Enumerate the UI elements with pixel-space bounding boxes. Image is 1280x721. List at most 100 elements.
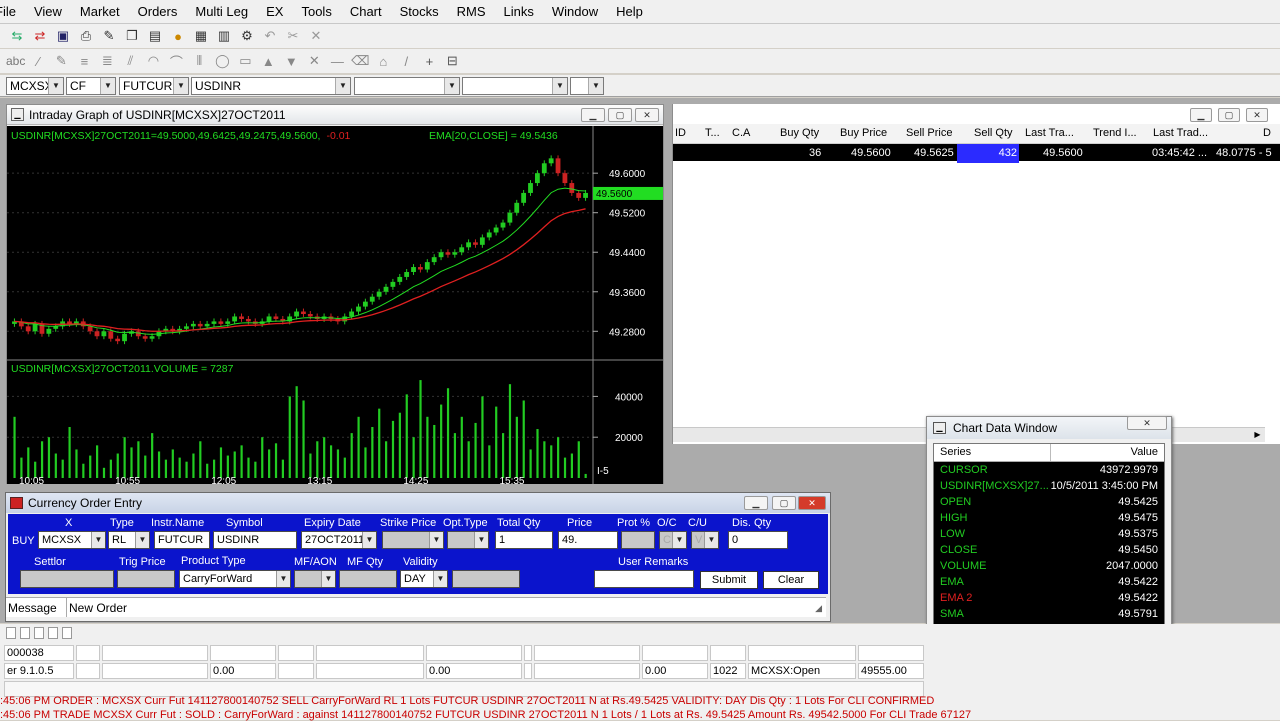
copy-icon[interactable]: ❐: [123, 27, 141, 45]
order-entry-titlebar[interactable]: Currency Order Entry ▁ ▢ ✕: [6, 493, 830, 513]
checkbox[interactable]: [34, 627, 44, 639]
mf-qty-field[interactable]: [339, 570, 397, 588]
total-qty-field[interactable]: 1: [495, 531, 553, 549]
col-buy-price[interactable]: Buy Price: [840, 124, 887, 143]
chart-data-row[interactable]: EMA 2 49.5422: [934, 590, 1164, 606]
arc-tool-icon[interactable]: ◠: [144, 52, 162, 70]
calc-icon[interactable]: ▥: [215, 27, 233, 45]
price-field[interactable]: 49.: [558, 531, 618, 549]
line-tool-icon[interactable]: ⁄: [29, 52, 47, 70]
save-icon[interactable]: ▣: [54, 27, 72, 45]
bars-tool-icon[interactable]: ⦀: [190, 52, 208, 70]
pencil-tool-icon[interactable]: ✎: [52, 52, 70, 70]
prot-percent-field[interactable]: [621, 531, 655, 549]
close-button[interactable]: ✕: [635, 108, 659, 122]
col-series[interactable]: Series: [940, 446, 971, 458]
menu-window[interactable]: Window: [543, 0, 607, 24]
col-buy-qty[interactable]: Buy Qty: [780, 124, 819, 143]
checkbox[interactable]: [20, 627, 30, 639]
chevron-down-icon[interactable]: ▼: [335, 78, 350, 94]
symbol-field[interactable]: USDINR: [213, 531, 297, 549]
col-last-trade-time[interactable]: Last Trad...: [1153, 124, 1208, 143]
close-all-icon[interactable]: ✕: [307, 27, 325, 45]
tag-tool-icon[interactable]: ⌂: [374, 52, 392, 70]
order-type-field[interactable]: RL ▼: [108, 531, 150, 549]
col-sell-qty[interactable]: Sell Qty: [974, 124, 1013, 143]
menu-chart[interactable]: Chart: [341, 0, 391, 24]
menu-multi-leg[interactable]: Multi Leg: [186, 0, 257, 24]
segment-select[interactable]: CF ▼: [66, 77, 116, 95]
chevron-down-icon[interactable]: ▼: [100, 78, 115, 94]
exchange-select[interactable]: MCXSX ▼: [6, 77, 64, 95]
menu-stocks[interactable]: Stocks: [391, 0, 448, 24]
delete-tool-icon[interactable]: ⊟: [443, 52, 461, 70]
user-remarks-field[interactable]: [594, 570, 694, 588]
open-icon[interactable]: ⇆: [8, 27, 26, 45]
chevron-down-icon[interactable]: ▼: [474, 532, 488, 548]
text-tool-icon[interactable]: abc: [6, 54, 25, 68]
exchange-field[interactable]: MCXSX ▼: [38, 531, 106, 549]
col-id[interactable]: ID: [675, 124, 686, 143]
chevron-down-icon[interactable]: ▼: [135, 532, 149, 548]
brush-tool-icon[interactable]: /: [397, 52, 415, 70]
menu-file[interactable]: File: [0, 0, 25, 24]
cross-tool-icon[interactable]: ✕: [305, 52, 323, 70]
maximize-button[interactable]: ▢: [772, 496, 796, 510]
col-ca[interactable]: C.A: [732, 124, 750, 143]
eraser-tool-icon[interactable]: ⌫: [351, 52, 369, 70]
menu-market[interactable]: Market: [71, 0, 129, 24]
color-icon[interactable]: ●: [169, 27, 187, 45]
quote-icon[interactable]: ▦: [192, 27, 210, 45]
checkbox[interactable]: [6, 627, 16, 639]
product-type-field[interactable]: CarryForWard ▼: [179, 570, 291, 588]
col-trend[interactable]: Trend I...: [1093, 124, 1137, 143]
series-select[interactable]: ▼: [354, 77, 460, 95]
maximize-button[interactable]: ▢: [608, 108, 632, 122]
scroll-right-icon[interactable]: ▶: [1250, 428, 1265, 442]
chevron-down-icon[interactable]: ▼: [362, 532, 376, 548]
chevron-down-icon[interactable]: ▼: [173, 78, 188, 94]
menu-view[interactable]: View: [25, 0, 71, 24]
expiry-field[interactable]: 27OCT2011 ▼: [301, 531, 377, 549]
menu-ex[interactable]: EX: [257, 0, 292, 24]
submit-button[interactable]: Submit: [700, 571, 758, 589]
option-select[interactable]: ▼: [570, 77, 604, 95]
chart-data-row[interactable]: HIGH 49.5475: [934, 510, 1164, 526]
connect-icon[interactable]: ⇄: [31, 27, 49, 45]
close-button[interactable]: ✕: [1246, 108, 1268, 122]
expiry-select[interactable]: ▼: [462, 77, 568, 95]
clear-button[interactable]: Clear: [763, 571, 819, 589]
edit-icon[interactable]: ✎: [100, 27, 118, 45]
hline-tool-icon[interactable]: —: [328, 52, 346, 70]
settlor-field[interactable]: [20, 570, 114, 588]
instrument-select[interactable]: FUTCUR ▼: [119, 77, 189, 95]
minimize-button[interactable]: ▁: [744, 496, 768, 510]
minimize-button[interactable]: ▁: [1190, 108, 1212, 122]
open-close-field[interactable]: C ▼: [659, 531, 687, 549]
price-volume-chart[interactable]: 49.6000 49.5200 49.4400 49.3600 49.2800 4000…: [7, 126, 663, 484]
maximize-button[interactable]: ▢: [1218, 108, 1240, 122]
ellipse-tool-icon[interactable]: ◯: [213, 52, 231, 70]
instrument-field[interactable]: FUTCUR: [154, 531, 210, 549]
chevron-down-icon[interactable]: ▼: [276, 571, 290, 587]
chevron-down-icon[interactable]: ▼: [433, 571, 447, 587]
col-t[interactable]: T...: [705, 124, 720, 143]
table-row[interactable]: 36 49.5600 49.5625 432 49.5600 03:45:42 …: [673, 144, 1280, 163]
chevron-down-icon[interactable]: ▼: [704, 532, 718, 548]
close-button[interactable]: ✕: [1127, 416, 1167, 430]
chart-canvas[interactable]: 49.6000 49.5200 49.4400 49.3600 49.2800 4000…: [7, 126, 663, 484]
chart-data-row[interactable]: EMA 49.5422: [934, 574, 1164, 590]
chart-data-row[interactable]: CLOSE 49.5450: [934, 542, 1164, 558]
col-last-traded[interactable]: Last Tra...: [1025, 124, 1074, 143]
chart-data-row[interactable]: USDINR[MCXSX]27... 10/5/2011 3:45:00 PM: [934, 478, 1164, 494]
disclosed-qty-field[interactable]: 0: [728, 531, 788, 549]
fib-tool-icon[interactable]: ≡: [75, 52, 93, 70]
paste-icon[interactable]: ▤: [146, 27, 164, 45]
mf-aon-field[interactable]: ▼: [294, 570, 336, 588]
chart-data-row[interactable]: SMA 49.5791: [934, 606, 1164, 622]
chart-data-row[interactable]: CURSOR 43972.9979: [934, 462, 1164, 478]
fan-tool-icon[interactable]: ⫽: [121, 52, 139, 70]
down-arrow-tool-icon[interactable]: ▼: [282, 52, 300, 70]
validity-field[interactable]: DAY ▼: [400, 570, 448, 588]
opt-type-field[interactable]: ▼: [447, 531, 489, 549]
